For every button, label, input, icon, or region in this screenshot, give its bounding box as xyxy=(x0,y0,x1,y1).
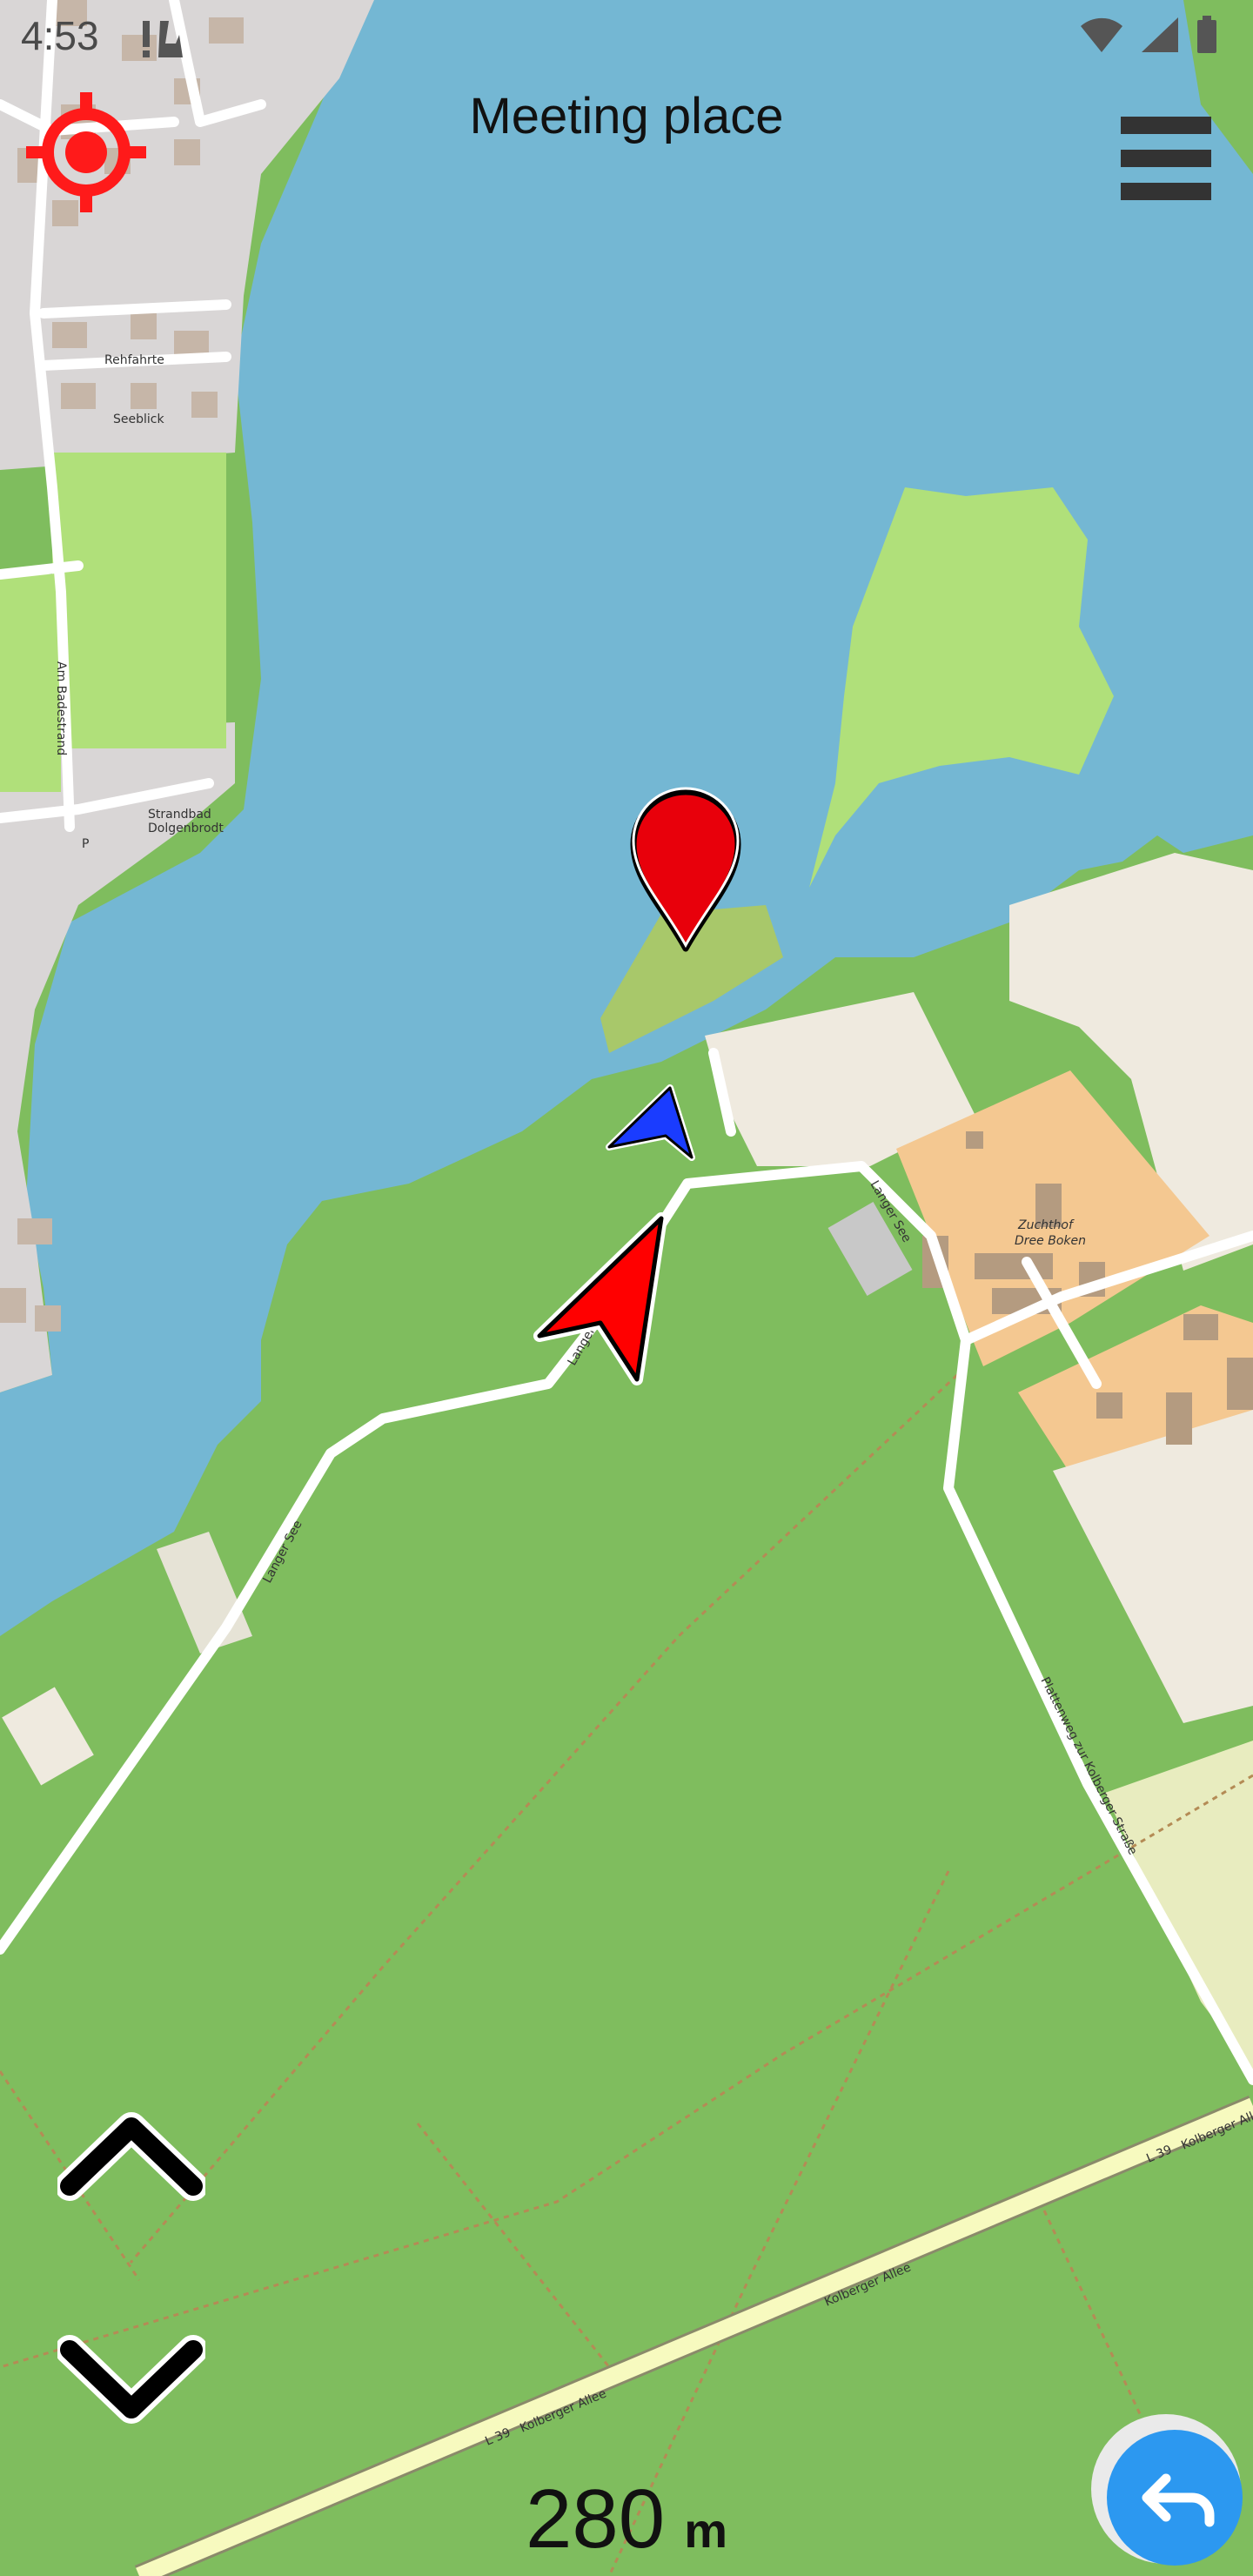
status-icons xyxy=(1079,16,1218,54)
chevron-down-icon xyxy=(55,2335,208,2424)
menu-button[interactable] xyxy=(1119,113,1215,213)
distance-readout: 280 m xyxy=(0,2472,1253,2567)
zoom-out-button[interactable] xyxy=(55,2332,208,2432)
label-strandbad: Strandbad xyxy=(148,808,211,822)
hamburger-menu-icon xyxy=(1121,117,1211,200)
gps-locate-button[interactable] xyxy=(21,87,151,222)
back-button[interactable] xyxy=(1089,2412,1243,2570)
label-zuchthof: Zuchthof xyxy=(1017,1218,1075,1232)
battery-icon xyxy=(1197,16,1216,53)
cellular-signal-icon xyxy=(1142,17,1178,52)
label-rehfahrte: Rehfahrte xyxy=(104,353,164,367)
label-dree-boken: Dree Boken xyxy=(1015,1234,1086,1248)
label-dolgenbrodt: Dolgenbrodt xyxy=(148,822,224,835)
label-seeblick: Seeblick xyxy=(113,413,164,426)
status-time: 4:53 xyxy=(21,13,99,58)
chevron-up-icon xyxy=(55,2112,208,2201)
label-parking: P xyxy=(82,837,89,851)
distance-value: 280 xyxy=(526,2472,666,2566)
notification-icon xyxy=(143,21,183,57)
page-title: Meeting place xyxy=(469,88,784,144)
return-arrow-icon xyxy=(1091,2414,1243,2566)
field-left xyxy=(52,453,226,748)
zoom-in-button[interactable] xyxy=(55,2106,208,2206)
label-am-badestrand: Am Badestrand xyxy=(54,661,68,755)
field-left-2 xyxy=(0,574,61,792)
distance-unit: m xyxy=(684,2503,727,2558)
wifi-icon xyxy=(1081,17,1122,52)
crosshair-icon xyxy=(26,92,146,212)
